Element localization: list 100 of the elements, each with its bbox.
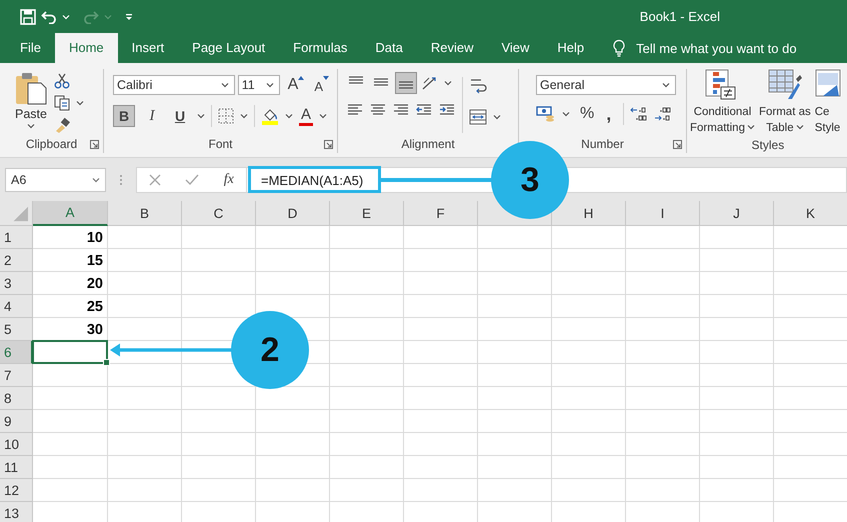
- name-box[interactable]: A6: [5, 168, 106, 192]
- increase-font-button[interactable]: A: [286, 76, 306, 94]
- caret-icon[interactable]: [562, 111, 570, 117]
- row-header[interactable]: 9: [0, 410, 33, 433]
- row-header[interactable]: 1: [0, 226, 33, 249]
- row-header[interactable]: 4: [0, 295, 33, 318]
- group-label: Number: [581, 137, 624, 151]
- copy-icon[interactable]: [54, 95, 70, 111]
- dialog-launcher-icon[interactable]: [90, 140, 99, 149]
- fill-handle[interactable]: [103, 359, 110, 366]
- currency-icon[interactable]: [536, 105, 556, 123]
- column-header[interactable]: E: [330, 201, 404, 226]
- number-format-field[interactable]: General: [536, 75, 676, 95]
- caret-icon[interactable]: [319, 113, 328, 119]
- row-header[interactable]: 11: [0, 456, 33, 479]
- table-cell-text: 30: [86, 320, 104, 340]
- fill-color-icon[interactable]: [261, 107, 279, 125]
- row-header[interactable]: 2: [0, 249, 33, 272]
- format-table-button[interactable]: Format as Table: [758, 69, 811, 136]
- italic-button[interactable]: I: [141, 105, 163, 127]
- drag-handle-icon[interactable]: [119, 174, 123, 186]
- row-header[interactable]: 13: [0, 502, 33, 522]
- row-header[interactable]: 3: [0, 272, 33, 295]
- align-right-icon[interactable]: [392, 103, 410, 117]
- table-cell-text: 25: [86, 298, 104, 316]
- caret-icon[interactable]: [240, 113, 248, 119]
- save-icon[interactable]: [20, 8, 36, 24]
- merge-center-icon[interactable]: [469, 109, 487, 125]
- row-header[interactable]: 6: [0, 341, 33, 364]
- column-header[interactable]: I: [626, 201, 700, 226]
- increase-decimal-icon[interactable]: [630, 105, 648, 123]
- ribbon-tab[interactable]: Home: [54, 33, 118, 63]
- column-header[interactable]: B: [108, 201, 182, 226]
- ribbon-tab[interactable]: Review: [416, 33, 488, 63]
- column-header[interactable]: H: [552, 201, 626, 226]
- font-color-button[interactable]: A: [299, 106, 314, 126]
- column-header[interactable]: C: [182, 201, 256, 226]
- dialog-launcher-icon[interactable]: [324, 140, 333, 149]
- align-left-icon[interactable]: [346, 103, 364, 117]
- ribbon-tab[interactable]: File: [6, 33, 55, 63]
- lightbulb-icon[interactable]: [612, 39, 626, 57]
- row-header[interactable]: 8: [0, 387, 33, 410]
- row-header[interactable]: 12: [0, 479, 33, 502]
- caret-icon[interactable]: [27, 123, 35, 129]
- font-size-field[interactable]: 11: [238, 75, 280, 95]
- ribbon-tab[interactable]: Page Layout: [178, 33, 280, 63]
- wrap-text-icon[interactable]: [469, 77, 487, 95]
- align-center-icon[interactable]: [369, 103, 387, 117]
- ribbon-tab[interactable]: View: [487, 33, 544, 63]
- bottom-align-icon[interactable]: [396, 73, 416, 93]
- decrease-indent-icon[interactable]: [415, 103, 433, 117]
- insert-function-button[interactable]: fx: [224, 172, 234, 188]
- column-header[interactable]: K: [774, 201, 847, 226]
- caret-icon[interactable]: [444, 80, 452, 86]
- caret-icon[interactable]: [662, 82, 670, 88]
- bold-button[interactable]: B: [113, 105, 135, 127]
- caret-icon[interactable]: [266, 82, 274, 88]
- decrease-font-button[interactable]: A: [312, 76, 331, 94]
- column-header[interactable]: A: [33, 201, 108, 226]
- increase-indent-icon[interactable]: [438, 103, 456, 117]
- customize-icon[interactable]: [125, 12, 133, 20]
- search-field[interactable]: Tell me what you want to do: [636, 40, 797, 56]
- ribbon-tab[interactable]: Help: [543, 33, 598, 63]
- column-header[interactable]: F: [404, 201, 478, 226]
- ribbon-tab[interactable]: Formulas: [279, 33, 362, 63]
- caret-icon[interactable]: [493, 114, 501, 120]
- undo-icon[interactable]: [41, 10, 57, 24]
- conditional-formatting-button[interactable]: Conditional Formatting: [690, 69, 755, 136]
- caret-icon[interactable]: [746, 124, 755, 130]
- row-header[interactable]: 7: [0, 364, 33, 387]
- formula-field[interactable]: =MEDIAN(A1:A5): [261, 172, 364, 188]
- selected-cell[interactable]: [32, 340, 108, 364]
- cell-styles-button[interactable]: Ce Style: [814, 69, 847, 136]
- clipboard-icon: [14, 71, 48, 105]
- caret-icon[interactable]: [220, 82, 229, 88]
- row-header[interactable]: 5: [0, 318, 33, 341]
- font-name-field[interactable]: Calibri: [113, 75, 235, 95]
- comma-button[interactable]: ,: [606, 107, 612, 121]
- format-painter-icon[interactable]: [54, 117, 70, 133]
- table-cell-text: 15: [86, 252, 104, 270]
- paste-button[interactable]: Paste: [14, 71, 48, 135]
- ribbon-tab[interactable]: Data: [361, 33, 417, 63]
- ribbon-tab[interactable]: Insert: [118, 33, 178, 63]
- dialog-launcher-icon[interactable]: [673, 140, 682, 149]
- format-table-icon: [768, 69, 802, 101]
- caret-icon[interactable]: [285, 113, 293, 119]
- scissors-icon[interactable]: [54, 73, 70, 89]
- underline-button[interactable]: U: [169, 105, 191, 127]
- down-arrow-icon: [323, 76, 329, 80]
- caret-icon[interactable]: [796, 124, 804, 130]
- decrease-decimal-icon[interactable]: [654, 105, 672, 123]
- caret-icon[interactable]: [92, 177, 100, 183]
- row-header[interactable]: 10: [0, 433, 33, 456]
- column-header[interactable]: J: [700, 201, 774, 226]
- caret-icon[interactable]: [76, 100, 84, 106]
- caret-icon[interactable]: [197, 113, 205, 119]
- percent-button[interactable]: %: [580, 105, 594, 123]
- column-header[interactable]: D: [256, 201, 330, 226]
- borders-icon[interactable]: [218, 108, 234, 124]
- table-cell-text: 10: [86, 228, 104, 248]
